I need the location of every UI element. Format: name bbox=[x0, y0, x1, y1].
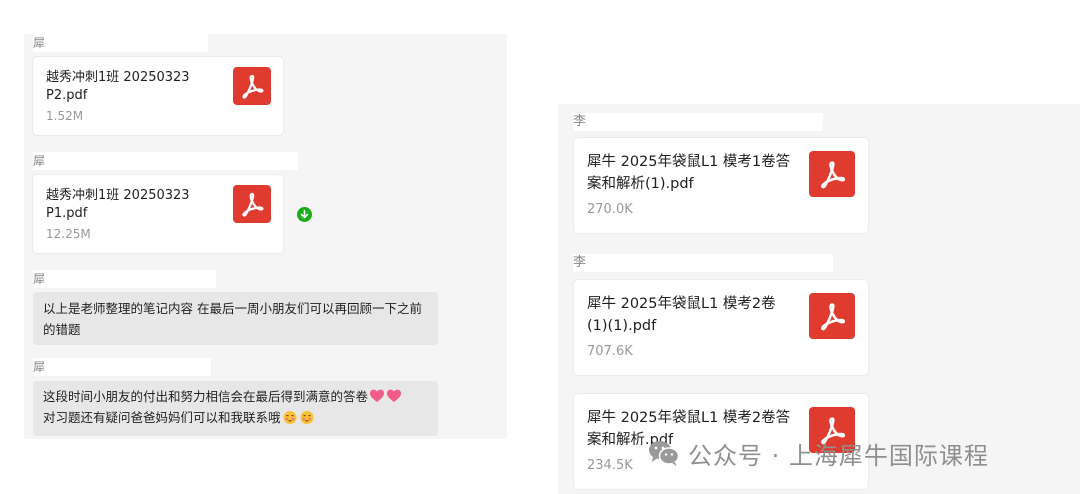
file-message-card[interactable]: 越秀冲刺1班 20250323 P1.pdf 12.25M bbox=[33, 175, 283, 253]
file-message-card[interactable]: 犀牛 2025年袋鼠L1 模考2卷 (1)(1).pdf 707.6K bbox=[574, 280, 868, 375]
pdf-icon bbox=[233, 185, 271, 223]
pdf-icon bbox=[809, 151, 855, 197]
shy-face-emoji bbox=[300, 411, 314, 424]
sender-name: 犀 bbox=[33, 358, 211, 376]
pdf-icon bbox=[809, 293, 855, 339]
pdf-icon bbox=[233, 67, 271, 105]
file-message-card[interactable]: 越秀冲刺1班 20250323 P2.pdf 1.52M bbox=[33, 57, 283, 135]
file-name: 犀牛 2025年袋鼠L1 模考2卷 (1)(1).pdf bbox=[587, 296, 776, 334]
file-message-card[interactable]: 犀牛 2025年袋鼠L1 模考1卷答 案和解析(1).pdf 270.0K bbox=[574, 138, 868, 233]
watermark: 公众号 · 上海犀牛国际课程 bbox=[648, 436, 989, 470]
heart-emoji bbox=[387, 389, 402, 402]
file-name: 越秀冲刺1班 20250323 P2.pdf bbox=[46, 70, 190, 103]
sender-name: 犀 bbox=[33, 270, 216, 288]
file-name: 犀牛 2025年袋鼠L1 模考1卷答 案和解析(1).pdf bbox=[587, 154, 791, 192]
sender-name: 犀 bbox=[33, 34, 208, 52]
file-size: 12.25M bbox=[46, 227, 91, 241]
file-size: 234.5K bbox=[587, 458, 633, 473]
message-text: 对习题还有疑问爸爸妈妈们可以和我联系哦 bbox=[43, 410, 281, 425]
file-size: 1.52M bbox=[46, 109, 84, 123]
heart-emoji bbox=[370, 389, 385, 402]
sender-name: 犀 bbox=[33, 152, 298, 170]
file-size: 707.6K bbox=[587, 344, 633, 359]
text-message-bubble: 这段时间小朋友的付出和努力相信会在最后得到满意的答卷 对习题还有疑问爸爸妈妈们可… bbox=[33, 381, 438, 436]
wechat-icon bbox=[649, 441, 680, 466]
message-text: 这段时间小朋友的付出和努力相信会在最后得到满意的答卷 bbox=[43, 389, 369, 404]
text-message-bubble: 以上是老师整理的笔记内容 在最后一周小朋友们可以再回顾一下之前的错题 bbox=[33, 292, 438, 345]
shy-face-emoji bbox=[283, 411, 297, 424]
sender-name: 李 bbox=[573, 254, 833, 272]
download-icon[interactable] bbox=[297, 207, 312, 222]
message-text: 以上是老师整理的笔记内容 在最后一周小朋友们可以再回顾一下之前的错题 bbox=[43, 301, 422, 337]
watermark-text: 公众号 · 上海犀牛国际课程 bbox=[688, 441, 989, 470]
file-size: 270.0K bbox=[587, 202, 633, 217]
file-name: 越秀冲刺1班 20250323 P1.pdf bbox=[46, 188, 190, 221]
sender-name: 李 bbox=[573, 113, 823, 131]
